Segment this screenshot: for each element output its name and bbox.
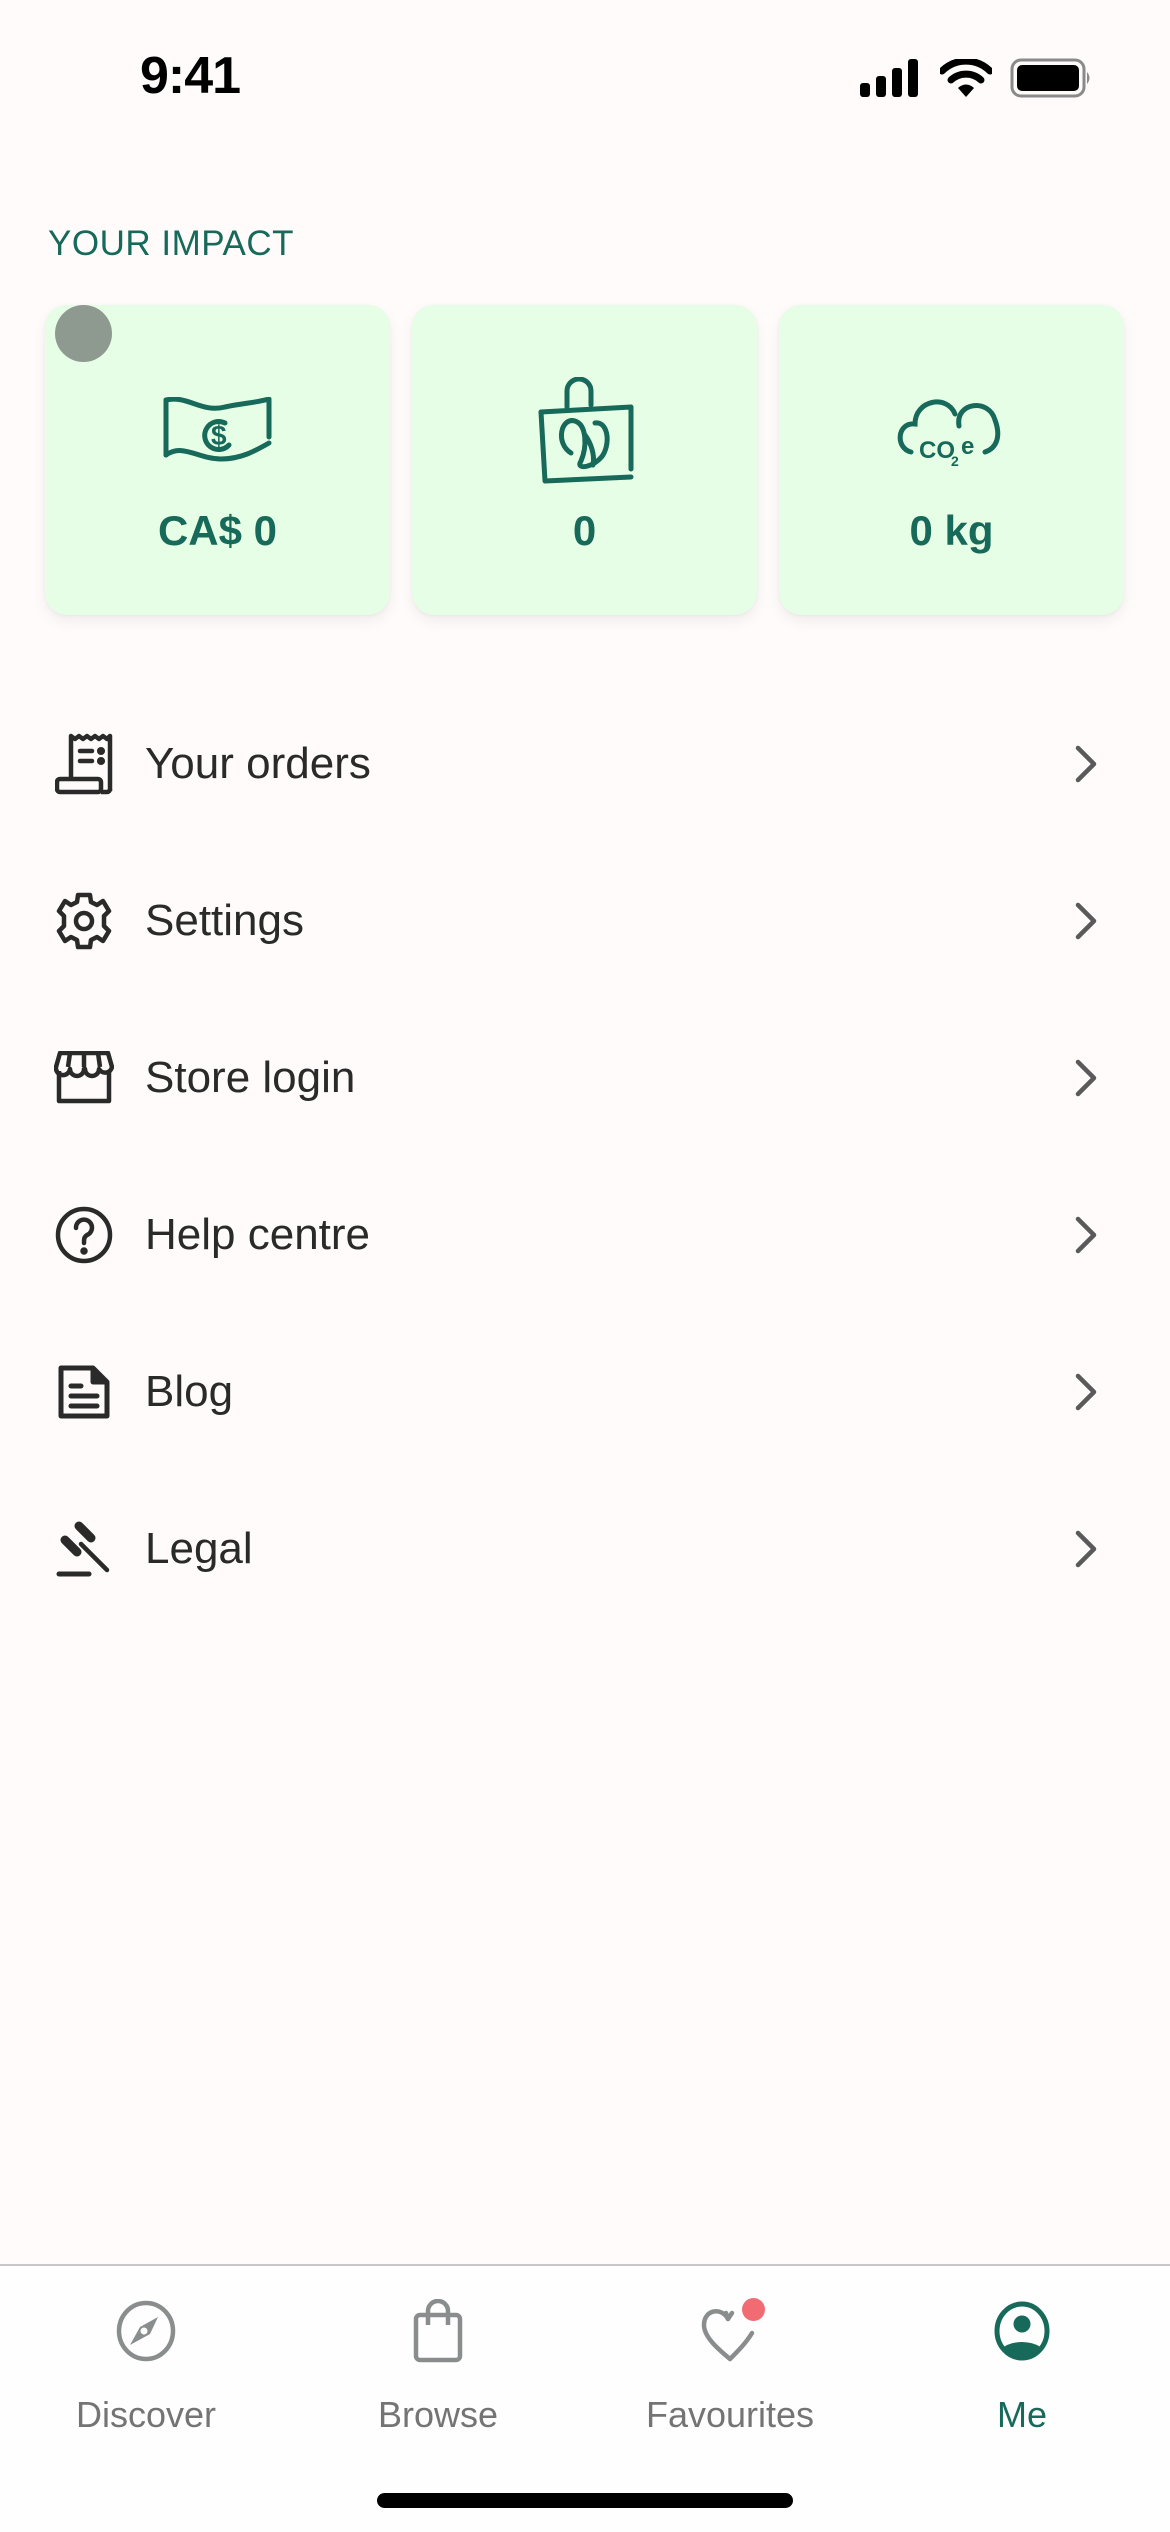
meal-bag-icon xyxy=(535,377,635,487)
impact-cards: $ CA$ 0 0 CO 2 e 0 kg xyxy=(45,305,1125,615)
menu-item-your-orders[interactable]: Your orders xyxy=(0,685,1170,842)
menu-item-label: Store login xyxy=(145,1052,356,1102)
touch-indicator xyxy=(55,305,112,362)
menu-item-settings[interactable]: Settings xyxy=(0,842,1170,999)
tab-label: Me xyxy=(996,2394,1047,2435)
impact-card-meals-saved[interactable]: 0 xyxy=(412,305,757,615)
svg-text:2: 2 xyxy=(951,453,959,469)
status-time: 9:41 xyxy=(140,47,241,105)
svg-text:CO: CO xyxy=(919,437,955,464)
money-saved-value: CA$ 0 xyxy=(157,507,278,554)
tab-me[interactable]: Me xyxy=(876,2266,1168,2466)
impact-section-title: YOUR IMPACT xyxy=(48,224,294,263)
menu-item-label: Legal xyxy=(145,1523,253,1573)
wifi-icon xyxy=(940,59,992,97)
tab-bar: Discover Browse Favourites Me xyxy=(0,2264,1170,2532)
notification-badge xyxy=(742,2298,765,2321)
menu-item-help-centre[interactable]: Help centre xyxy=(0,1156,1170,1313)
menu-item-label: Settings xyxy=(145,895,304,945)
status-icons xyxy=(860,58,1092,98)
battery-icon xyxy=(1010,58,1090,98)
svg-text:e: e xyxy=(961,433,974,460)
document-icon xyxy=(54,1362,114,1422)
menu-item-legal[interactable]: Legal xyxy=(0,1470,1170,1627)
chevron-right-icon xyxy=(1075,1373,1097,1410)
help-circle-icon xyxy=(54,1205,114,1265)
storefront-icon xyxy=(54,1048,114,1108)
chevron-right-icon xyxy=(1075,1216,1097,1253)
status-bar: 9:41 xyxy=(0,0,1170,140)
tab-discover[interactable]: Discover xyxy=(0,2266,292,2466)
gavel-icon xyxy=(54,1519,114,1579)
cellular-signal-icon xyxy=(860,59,918,97)
co2e-cloud-icon: CO 2 e xyxy=(897,377,1007,487)
shopping-bag-icon xyxy=(403,2296,473,2366)
home-indicator[interactable] xyxy=(377,2493,793,2508)
account-menu: Your orders Settings Store login Help ce… xyxy=(0,685,1170,1627)
chevron-right-icon xyxy=(1075,1059,1097,1096)
impact-card-co2e-avoided[interactable]: CO 2 e 0 kg xyxy=(779,305,1124,615)
svg-text:$: $ xyxy=(211,420,227,451)
receipt-icon xyxy=(54,733,114,794)
chevron-right-icon xyxy=(1075,1530,1097,1567)
compass-icon xyxy=(111,2296,181,2366)
money-saved-icon: $ xyxy=(163,377,273,487)
tab-label: Favourites xyxy=(645,2394,815,2435)
tab-browse[interactable]: Browse xyxy=(292,2266,584,2466)
chevron-right-icon xyxy=(1075,902,1097,939)
gear-icon xyxy=(54,891,114,951)
tab-label: Browse xyxy=(377,2394,499,2435)
tab-favourites[interactable]: Favourites xyxy=(584,2266,876,2466)
meals-saved-value: 0 xyxy=(572,507,597,554)
user-circle-icon xyxy=(987,2296,1057,2366)
menu-item-blog[interactable]: Blog xyxy=(0,1313,1170,1470)
menu-item-store-login[interactable]: Store login xyxy=(0,999,1170,1156)
menu-item-label: Help centre xyxy=(145,1209,371,1259)
menu-item-label: Your orders xyxy=(145,738,371,788)
tab-label: Discover xyxy=(75,2394,217,2435)
heart-icon xyxy=(695,2296,765,2366)
chevron-right-icon xyxy=(1075,745,1097,782)
co2e-value: 0 kg xyxy=(909,507,994,554)
menu-item-label: Blog xyxy=(145,1366,234,1416)
